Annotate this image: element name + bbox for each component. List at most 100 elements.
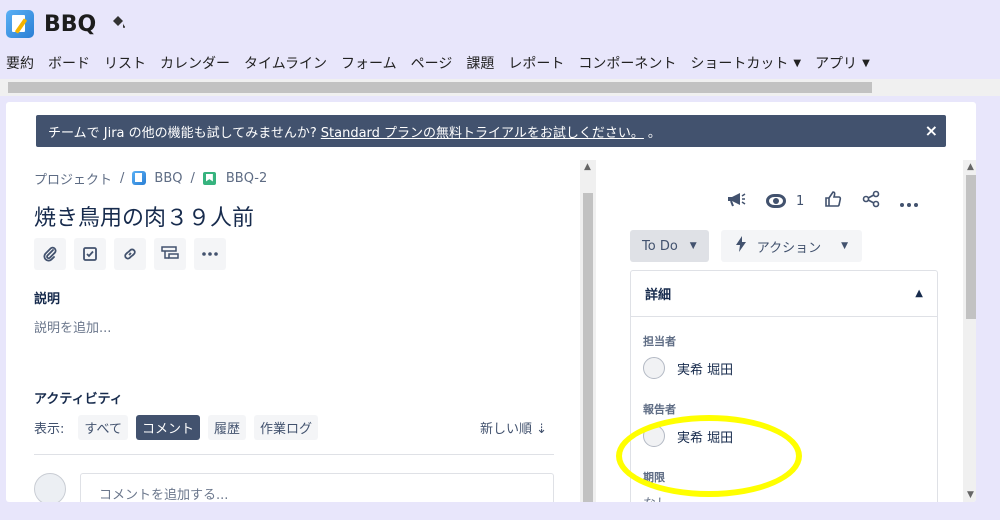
sort-button[interactable]: 新しい順 ⇣ <box>480 418 547 437</box>
description-field[interactable]: 説明を追加... <box>34 317 559 336</box>
project-logo-icon <box>6 10 34 38</box>
tab-reports[interactable]: レポート <box>501 52 571 74</box>
close-icon[interactable]: × <box>925 121 938 140</box>
assignee-field: 担当者 実希 堀田 <box>631 333 937 379</box>
sidebar-scrollbar-thumb[interactable] <box>966 175 976 319</box>
banner-suffix: 。 <box>647 125 661 141</box>
child-issues-icon[interactable] <box>154 238 186 270</box>
chevron-down-icon: ▼ <box>689 241 697 251</box>
sort-label: 新しい順 <box>479 422 532 437</box>
project-mini-logo-icon <box>132 171 147 185</box>
chevron-down-icon: ▼ <box>793 57 802 69</box>
description-heading: 説明 <box>34 292 61 307</box>
checklist-icon[interactable] <box>74 238 106 270</box>
reporter-label: 報告者 <box>643 403 676 416</box>
breadcrumb-separator: / <box>190 170 195 186</box>
banner-trial-link[interactable]: Standard プランの無料トライアルをお試しください。 <box>321 122 644 141</box>
avatar <box>34 473 66 502</box>
status-dropdown[interactable]: To Do ▼ <box>630 230 709 262</box>
tab-apps-label: アプリ <box>815 56 858 72</box>
reporter-value[interactable]: 実希 堀田 <box>643 425 925 447</box>
activity-heading: アクティビティ <box>34 392 123 407</box>
tab-apps[interactable]: アプリ ▼ <box>808 52 877 74</box>
issue-title[interactable]: 焼き鳥用の肉３９人前 <box>34 200 559 232</box>
scroll-up-arrow-icon[interactable]: ▲ <box>584 162 591 172</box>
sidebar-vertical-scrollbar[interactable]: ▲ ▼ <box>963 160 976 502</box>
actions-label: アクション <box>756 240 822 256</box>
issue-panel: チームで Jira の他の機能も試してみませんか? Standard プランの無… <box>6 102 976 502</box>
actions-dropdown[interactable]: アクション ▼ <box>720 230 862 262</box>
breadcrumb-projects[interactable]: プロジェクト <box>34 169 112 188</box>
breadcrumb: プロジェクト / BBQ / BBQ-2 <box>34 168 559 188</box>
more-options-icon[interactable] <box>900 192 919 211</box>
assignee-label: 担当者 <box>643 335 676 348</box>
issue-toolbar <box>34 238 559 270</box>
filter-comments[interactable]: コメント <box>135 415 200 440</box>
main-scrollbar-thumb[interactable] <box>583 193 593 502</box>
tab-issues[interactable]: 課題 <box>459 52 501 74</box>
chevron-down-icon: ▼ <box>862 57 870 69</box>
share-icon[interactable] <box>862 190 880 212</box>
tab-shortcuts[interactable]: ショートカット ▼ <box>683 52 808 74</box>
tab-board[interactable]: ボード <box>41 52 97 74</box>
filter-history[interactable]: 履歴 <box>207 415 246 440</box>
details-heading: 詳細 <box>645 288 672 303</box>
tab-list[interactable]: リスト <box>97 52 153 74</box>
project-header: BBQ <box>6 8 126 40</box>
more-icon[interactable] <box>194 238 226 270</box>
reporter-field: 報告者 実希 堀田 <box>631 401 937 447</box>
due-date-label: 期限 <box>643 471 665 484</box>
tab-calendar[interactable]: カレンダー <box>153 52 237 74</box>
details-header[interactable]: 詳細 ▲ <box>631 271 937 317</box>
watchers-count: 1 <box>796 193 805 209</box>
link-icon[interactable] <box>114 238 146 270</box>
issue-sidebar: 1 To Do ▼ アクション ▼ 詳細 ▲ 担当者 実希 堀田 報告者 実希 … <box>626 182 956 502</box>
feedback-megaphone-icon[interactable] <box>726 190 746 212</box>
lightning-icon <box>735 236 747 256</box>
breadcrumb-separator: / <box>120 170 125 186</box>
due-date-field: 期限 なし <box>631 469 937 502</box>
breadcrumb-issue-key[interactable]: BBQ-2 <box>226 171 267 186</box>
tab-components[interactable]: コンポーネント <box>571 52 683 74</box>
scroll-down-arrow-icon[interactable]: ▼ <box>967 490 974 500</box>
assignee-name: 実希 堀田 <box>677 362 734 378</box>
banner-text: チームで Jira の他の機能も試してみませんか? <box>48 125 317 141</box>
main-vertical-scrollbar[interactable]: ▲ <box>580 160 596 502</box>
details-panel: 詳細 ▲ 担当者 実希 堀田 報告者 実希 堀田 期限 なし <box>630 270 938 502</box>
scroll-up-arrow-icon[interactable]: ▲ <box>967 162 974 172</box>
project-name: BBQ <box>44 11 97 37</box>
tab-timeline[interactable]: タイムライン <box>237 52 334 74</box>
like-icon[interactable] <box>824 190 842 212</box>
chevron-up-icon: ▲ <box>915 288 923 299</box>
due-date-value[interactable]: なし <box>643 493 925 502</box>
issue-actions: 1 <box>726 190 919 212</box>
project-nav: 要約 ボード リスト カレンダー タイムライン フォーム ページ 課題 レポート… <box>0 52 877 74</box>
horizontal-scrollbar-thumb[interactable] <box>8 82 872 93</box>
issue-main: プロジェクト / BBQ / BBQ-2 焼き鳥用の肉３９人前 説明 説明を追加… <box>34 162 559 502</box>
tab-summary[interactable]: 要約 <box>0 52 41 74</box>
trial-banner: チームで Jira の他の機能も試してみませんか? Standard プランの無… <box>36 115 946 147</box>
activity-filters: 表示: すべて コメント 履歴 作業ログ 新しい順 ⇣ <box>34 415 559 440</box>
assignee-value[interactable]: 実希 堀田 <box>643 357 925 379</box>
tab-forms[interactable]: フォーム <box>334 52 404 74</box>
horizontal-scrollbar[interactable] <box>0 79 1000 96</box>
story-icon <box>202 171 216 185</box>
chevron-down-icon: ▼ <box>841 241 848 251</box>
avatar <box>643 425 665 447</box>
comment-composer: コメントを追加する... <box>34 473 559 502</box>
tab-pages[interactable]: ページ <box>404 52 460 74</box>
tab-shortcuts-label: ショートカット <box>690 56 789 72</box>
comment-input[interactable]: コメントを追加する... <box>80 473 554 502</box>
paint-bucket-icon[interactable] <box>110 13 126 35</box>
status-row: To Do ▼ アクション ▼ <box>630 230 862 262</box>
attach-icon[interactable] <box>34 238 66 270</box>
sort-icon: ⇣ <box>536 422 547 437</box>
filter-worklog[interactable]: 作業ログ <box>254 415 319 440</box>
filter-all[interactable]: すべて <box>78 415 128 440</box>
watch-button[interactable]: 1 <box>766 194 804 209</box>
breadcrumb-project[interactable]: BBQ <box>154 171 182 186</box>
show-label: 表示: <box>34 422 65 437</box>
status-label: To Do <box>642 238 678 254</box>
avatar <box>643 357 665 379</box>
reporter-name: 実希 堀田 <box>677 430 734 446</box>
